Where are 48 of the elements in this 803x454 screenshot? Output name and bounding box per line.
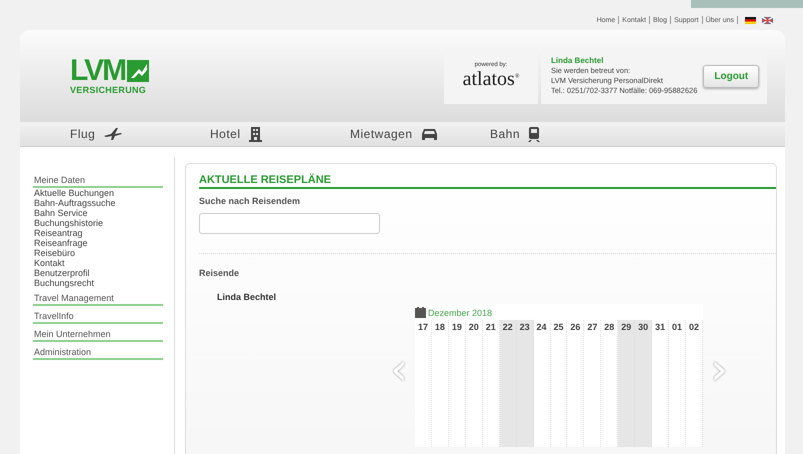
day-column: 29 xyxy=(618,320,636,447)
train-icon xyxy=(528,126,540,142)
sidebar-heading[interactable]: Travel Management xyxy=(33,293,163,306)
sidebar-heading[interactable]: Administration xyxy=(33,347,163,360)
building-icon xyxy=(248,126,262,142)
section-label: Reisende xyxy=(199,268,240,278)
nav-label: Hotel xyxy=(210,127,241,141)
day-column: 31 xyxy=(652,320,670,447)
logo-subtitle: VERSICHERUNG xyxy=(70,85,148,95)
sidebar-item[interactable]: Bahn-Auftragssuche xyxy=(33,198,174,208)
logo: LVM xyxy=(70,57,150,85)
sidebar-item[interactable]: Bahn Service xyxy=(33,208,174,218)
field-label: Suche nach Reisendem xyxy=(199,196,302,206)
sidebar-item[interactable]: Reisebüro xyxy=(33,248,174,258)
plane-icon xyxy=(103,127,124,141)
day-column: 22 xyxy=(500,320,517,447)
day-column: 02 xyxy=(686,320,703,447)
nav-label: Bahn xyxy=(490,127,520,141)
brand-name: atlatos$^{®}$ xyxy=(462,68,520,90)
sidebar-heading[interactable]: Mein Unternehmen xyxy=(33,329,163,342)
sidebar-heading[interactable]: TravelInfo xyxy=(33,311,163,324)
nav-item[interactable]: Bahn xyxy=(490,126,630,142)
calendar-icon xyxy=(415,307,426,318)
day-column: 01 xyxy=(669,320,686,447)
user-name: Linda Bechtel xyxy=(551,56,604,66)
nav-item[interactable]: Mietwagen xyxy=(350,127,490,141)
sidebar-item[interactable]: Buchungsrecht xyxy=(33,278,174,288)
car-icon xyxy=(420,128,438,140)
nav-label: Mietwagen xyxy=(350,127,413,141)
sidebar-item[interactable]: Reiseanfrage xyxy=(33,238,174,248)
sidebar-item[interactable]: Reiseantrag xyxy=(33,228,174,238)
sidebar-item[interactable]: Benutzerprofil xyxy=(33,268,174,278)
month-label: Dezember 2018 xyxy=(428,308,492,318)
nav-label: Flug xyxy=(70,127,96,141)
nav-item[interactable]: Flug xyxy=(70,127,210,141)
nav-item[interactable]: Hotel xyxy=(210,126,350,142)
day-column: 30 xyxy=(635,320,652,447)
search-field[interactable] xyxy=(199,213,380,234)
day-column: 23 xyxy=(516,320,534,447)
sidebar-item[interactable]: Aktuelle Buchungen xyxy=(33,188,174,198)
sidebar-heading[interactable]: Meine Daten xyxy=(33,175,163,188)
section-title: AKTUELLE REISEPLÄNE xyxy=(199,174,332,186)
sidebar-item[interactable]: Buchungshistorie xyxy=(33,218,174,228)
day-column: 24 xyxy=(534,320,550,447)
traveller-name: Linda Bechtel xyxy=(217,292,278,302)
day-column: 25 xyxy=(550,320,568,447)
sidebar-item[interactable]: Kontakt xyxy=(33,258,174,268)
flag-icon[interactable] xyxy=(745,16,756,24)
